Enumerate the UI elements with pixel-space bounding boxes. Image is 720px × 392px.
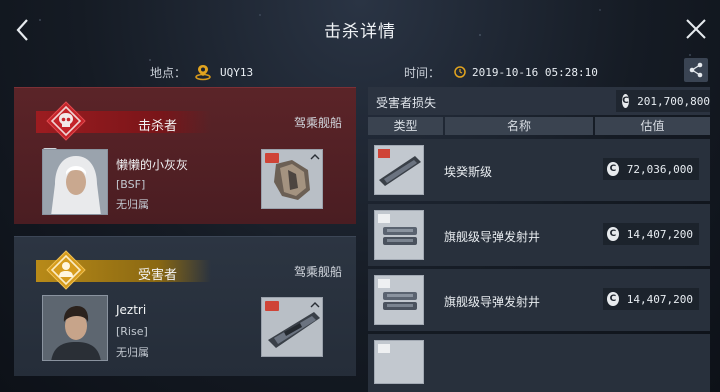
clock-icon xyxy=(454,66,466,78)
column-type: 类型 xyxy=(368,117,443,135)
killer-avatar[interactable] xyxy=(42,149,108,215)
location-value[interactable]: UQY13 xyxy=(220,66,253,79)
killer-alliance: 无归属 xyxy=(116,198,149,211)
loss-item-value: C 72,036,000 xyxy=(603,158,699,180)
victim-ship-caption: 驾乘舰船 xyxy=(293,265,342,279)
loss-item-value: C 14,407,200 xyxy=(603,223,699,245)
currency-icon: C xyxy=(607,227,619,241)
tech-level-badge xyxy=(265,301,279,311)
loss-item[interactable]: 旗舰级导弹发射井 C 14,407,200 xyxy=(368,204,710,266)
loss-item-name: 旗舰级导弹发射井 xyxy=(444,230,541,244)
loss-item-name: 旗舰级导弹发射井 xyxy=(444,295,541,309)
losses-column-headers: 类型 名称 估值 xyxy=(368,117,710,135)
item-thumbnail xyxy=(374,210,424,260)
share-button[interactable] xyxy=(684,58,708,82)
losses-panel: 受害者损失 C 201,700,800 类型 名称 估值 埃癸斯级 C 72,0… xyxy=(368,87,710,392)
losses-title: 受害者损失 xyxy=(376,96,437,110)
location-pin-icon xyxy=(195,65,211,81)
header: 击杀详情 xyxy=(0,0,720,58)
share-icon xyxy=(689,62,703,78)
location-row: 地点： UQY13 xyxy=(150,62,253,82)
loss-item-value-text: 72,036,000 xyxy=(626,162,693,176)
tech-level-badge xyxy=(378,279,390,288)
close-button[interactable] xyxy=(684,17,708,41)
column-value: 估值 xyxy=(595,117,710,135)
killer-role-label: 击杀者 xyxy=(138,119,178,134)
losses-header: 受害者损失 C 201,700,800 xyxy=(368,87,710,115)
tech-level-badge xyxy=(378,214,390,223)
currency-icon: C xyxy=(607,292,619,306)
victim-ship[interactable] xyxy=(261,297,323,357)
person-icon xyxy=(46,250,86,290)
column-name: 名称 xyxy=(445,117,593,135)
time-label: 时间： xyxy=(404,65,441,80)
close-icon xyxy=(686,19,706,39)
killer-pilot-name[interactable]: 懒懒的小灰灰 xyxy=(116,156,188,173)
tech-level-badge xyxy=(378,344,390,353)
loss-item[interactable]: 埃癸斯级 C 72,036,000 xyxy=(368,139,710,201)
victim-pilot-name[interactable]: Jeztri xyxy=(116,303,146,317)
skull-icon xyxy=(46,101,86,141)
loss-item-value: C 14,407,200 xyxy=(603,288,699,310)
item-thumbnail xyxy=(374,275,424,325)
loss-item-value-text: 14,407,200 xyxy=(626,227,693,241)
time-row: 时间： 2019-10-16 05:28:10 xyxy=(404,62,598,82)
victim-alliance: 无归属 xyxy=(116,346,149,359)
rank-chevron-icon xyxy=(310,302,320,308)
tech-level-badge xyxy=(265,153,279,163)
hooded-portrait xyxy=(43,150,107,214)
victim-card: 受害者 驾乘舰船 Jeztri [Rise] 无归属 xyxy=(14,236,356,376)
losses-total: C 201,700,800 xyxy=(616,90,710,112)
currency-icon: C xyxy=(607,162,619,176)
loss-item[interactable]: 旗舰级导弹发射井 C 14,407,200 xyxy=(368,269,710,331)
victim-role-label: 受害者 xyxy=(138,268,178,283)
item-thumbnail xyxy=(374,145,424,195)
killer-ship[interactable] xyxy=(261,149,323,209)
victim-corp[interactable]: [Rise] xyxy=(116,325,148,338)
rank-chevron-icon xyxy=(310,154,320,160)
killer-corp[interactable]: [BSF] xyxy=(116,178,145,191)
killer-card: 击杀者 驾乘舰船 懒懒的小灰灰 [BSF] 无归属 xyxy=(14,87,356,224)
loss-item-value-text: 14,407,200 xyxy=(626,292,693,306)
item-thumbnail xyxy=(374,340,424,384)
location-label: 地点： xyxy=(150,65,187,80)
killer-ship-caption: 驾乘舰船 xyxy=(293,116,342,130)
time-value: 2019-10-16 05:28:10 xyxy=(472,65,598,79)
tech-level-badge xyxy=(378,149,390,158)
page-title: 击杀详情 xyxy=(324,22,396,42)
currency-icon: C xyxy=(622,94,630,108)
victim-avatar[interactable] xyxy=(42,295,108,361)
pilot-portrait xyxy=(43,296,107,360)
losses-total-value: 201,700,800 xyxy=(637,94,710,108)
loss-item-name: 埃癸斯级 xyxy=(444,165,493,179)
loss-item-partial[interactable] xyxy=(368,334,710,392)
